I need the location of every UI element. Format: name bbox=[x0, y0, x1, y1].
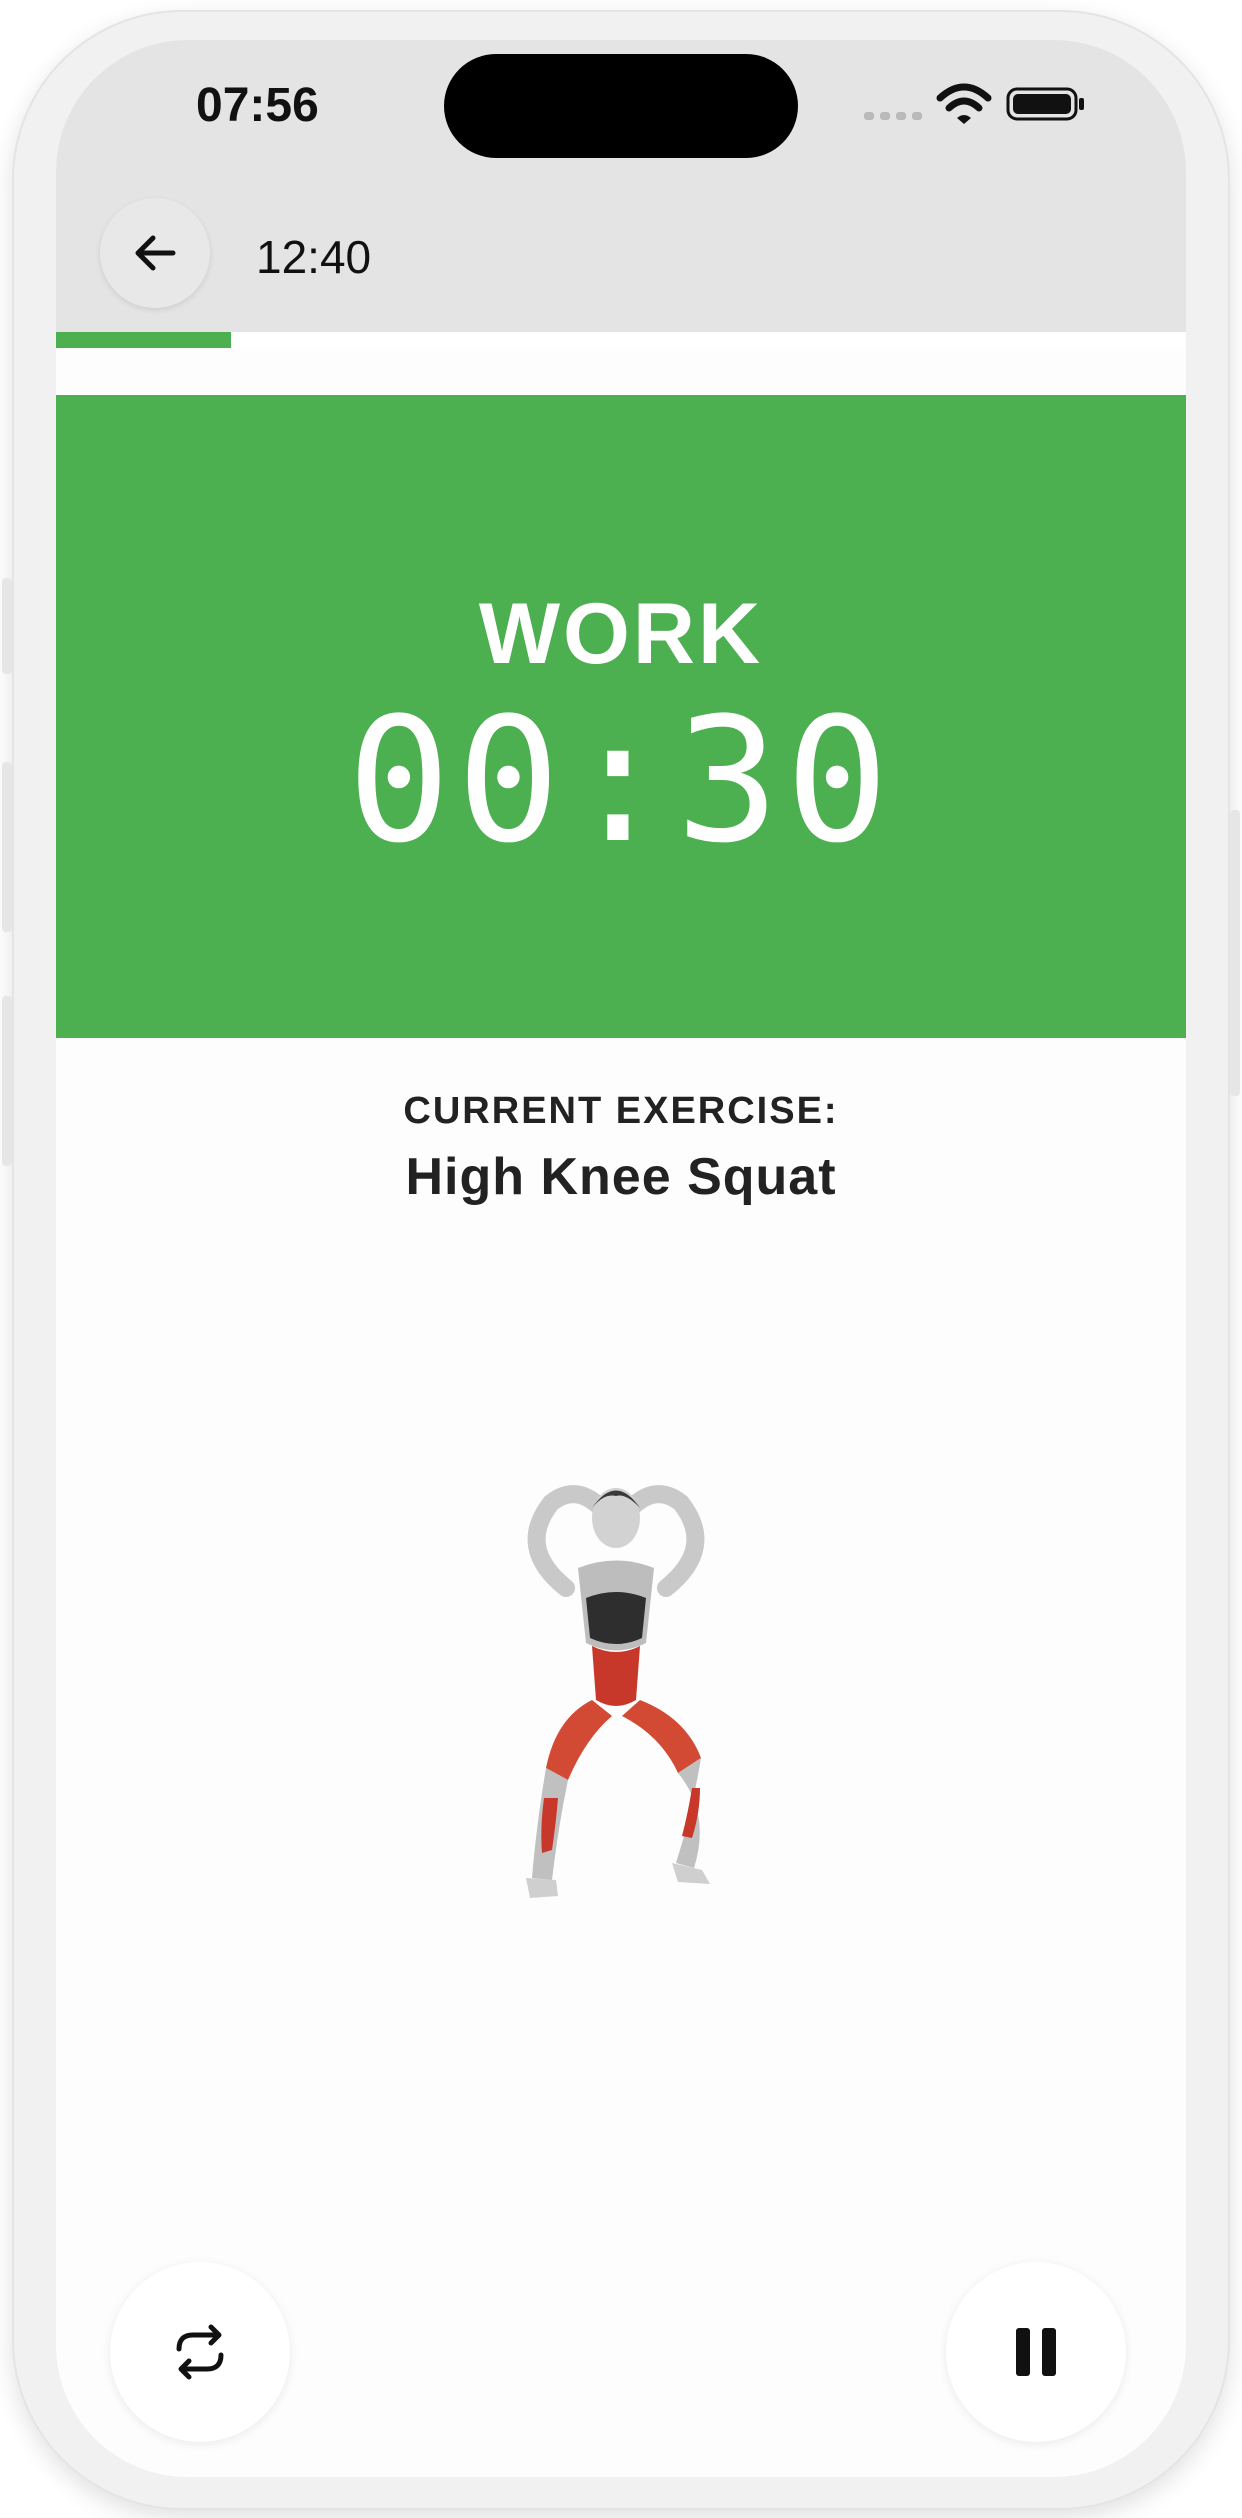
device-power-button bbox=[1230, 810, 1240, 1096]
device-volume-down bbox=[2, 996, 12, 1166]
pause-icon bbox=[1016, 2328, 1056, 2376]
repeat-icon bbox=[176, 2324, 224, 2380]
dynamic-island bbox=[444, 54, 798, 158]
battery-icon bbox=[1006, 87, 1084, 121]
workout-progress-bar bbox=[56, 332, 1186, 348]
workout-progress-fill bbox=[56, 332, 232, 348]
exercise-name: High Knee Squat bbox=[405, 1148, 837, 1206]
pause-button[interactable] bbox=[946, 2262, 1126, 2442]
exercise-caption: CURRENT EXERCISE: bbox=[403, 1090, 839, 1132]
phase-timer: 00:30 bbox=[347, 680, 895, 881]
back-button[interactable] bbox=[100, 198, 210, 308]
total-time: 12:40 bbox=[256, 231, 372, 283]
phase-label: WORK bbox=[478, 586, 764, 682]
app-screen: 07:56 12:40 WORK 00:30 CURRENT EXERCISE:… bbox=[56, 40, 1186, 2477]
wifi-icon bbox=[936, 83, 992, 124]
exercise-illustration bbox=[526, 1485, 710, 1898]
device-side-button bbox=[2, 578, 12, 674]
status-time: 07:56 bbox=[196, 79, 319, 132]
arrow-left-icon bbox=[135, 235, 176, 271]
repeat-button[interactable] bbox=[110, 2262, 290, 2442]
header-bar: 07:56 12:40 bbox=[56, 40, 1186, 332]
device-volume-up bbox=[2, 762, 12, 932]
phase-panel: WORK 00:30 bbox=[56, 395, 1186, 1038]
cellular-signal-icon bbox=[864, 112, 922, 120]
